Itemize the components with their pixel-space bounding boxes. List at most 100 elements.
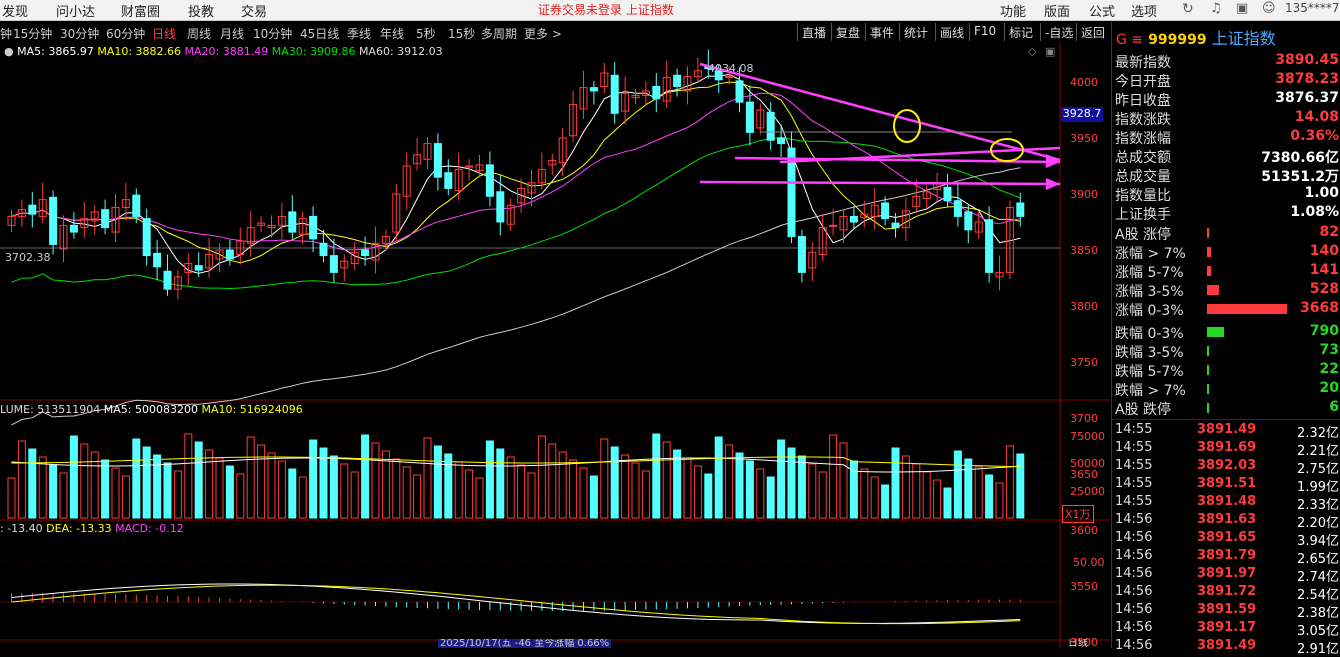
highlight-circle[interactable] (893, 109, 921, 143)
menu-function[interactable]: 功能 (1000, 1, 1026, 20)
cart-icon[interactable]: ▣ (1236, 1, 1248, 16)
period-tab[interactable]: 周线 (187, 25, 211, 42)
volume-bar (933, 479, 942, 519)
menu-wealth-circle[interactable]: 财富圈 (121, 1, 160, 20)
breadth-row[interactable]: 跌幅 3-5% 73 (1115, 342, 1339, 361)
period-tab[interactable]: 日线 (152, 25, 176, 42)
menu-layout[interactable]: 版面 (1044, 1, 1070, 20)
trend-line[interactable] (699, 62, 1061, 162)
period-tab[interactable]: 钟 (0, 25, 12, 42)
breadth-row[interactable]: 涨幅 5-7% 141 (1115, 262, 1339, 281)
window-icon[interactable]: ▣ (1045, 45, 1055, 58)
period-tab[interactable]: 月线 (220, 25, 244, 42)
toolbar-button[interactable]: 统计 (899, 23, 932, 41)
breadth-bar (1207, 327, 1224, 337)
quote-value: 7380.66亿 (1261, 150, 1339, 166)
volume-bar (652, 433, 661, 519)
candle-down (964, 211, 973, 231)
tick-volume: 2.21亿 (1297, 444, 1339, 459)
period-tab[interactable]: 15分钟 (13, 25, 52, 42)
breadth-value: 6 (1329, 399, 1339, 415)
menu-education[interactable]: 投教 (188, 1, 214, 20)
tick-row: 14:56 3891.59 2.38亿 (1115, 602, 1339, 621)
period-tab[interactable]: 更多 > (524, 25, 562, 42)
breadth-row[interactable]: A股 涨停 82 (1115, 224, 1339, 243)
trend-line[interactable] (699, 180, 1061, 186)
period-tab[interactable]: 15秒 (448, 25, 475, 42)
toolbar-button[interactable]: -自选 (1040, 23, 1077, 41)
volume-bar (350, 471, 359, 519)
menu-discover[interactable]: 发现 (2, 1, 28, 20)
user-icon[interactable]: ☺ (1262, 1, 1276, 16)
toolbar-button[interactable]: 标记 (1004, 23, 1037, 41)
tick-volume: 2.74亿 (1297, 570, 1339, 585)
chart-area[interactable]: ● MA5: 3865.97 MA10: 3882.66 MA20: 3881.… (0, 42, 1110, 649)
breadth-row[interactable]: 涨幅 > 7% 140 (1115, 243, 1339, 262)
login-notice[interactable]: 证券交易未登录 上证指数 (538, 1, 674, 18)
bell-icon[interactable]: ♫ (1210, 1, 1222, 16)
macd-legend: : -13.40 DEA: -13.33 MACD: -0.12 (0, 522, 184, 535)
menu-wenxiaoda[interactable]: 问小达 (56, 1, 95, 20)
breadth-row[interactable]: 涨幅 3-5% 528 (1115, 281, 1339, 300)
candle-down (1016, 202, 1025, 217)
candle-down (194, 265, 203, 271)
candle-down (610, 74, 619, 114)
tick-time: 14:56 (1115, 548, 1153, 563)
toolbar-button[interactable]: 直播 (797, 23, 830, 41)
volume-bar (714, 436, 723, 519)
breadth-row[interactable]: 跌幅 > 7% 20 (1115, 380, 1339, 399)
tick-price: 3891.72 (1197, 584, 1257, 599)
breadth-value: 140 (1309, 243, 1339, 259)
tick-time: 14:56 (1115, 584, 1153, 599)
menu-formula[interactable]: 公式 (1089, 1, 1115, 20)
volume-bar (121, 475, 130, 519)
period-tab[interactable]: 多周期 (481, 25, 517, 42)
toolbar-button[interactable]: 画线 (935, 23, 968, 41)
quote-row: 昨日收盘 3876.37 (1115, 90, 1339, 109)
menu-options[interactable]: 选项 (1131, 1, 1157, 20)
refresh-icon[interactable]: ↻ (1182, 1, 1194, 17)
breadth-row[interactable]: 跌幅 0-3% 790 (1115, 323, 1339, 342)
quote-row: 指数涨幅 0.36% (1115, 128, 1339, 147)
tick-volume: 2.38亿 (1297, 606, 1339, 621)
toolbar-button[interactable]: 复盘 (831, 23, 864, 41)
ma5-line (11, 73, 1021, 274)
volume-bar (673, 449, 682, 519)
menu-trade[interactable]: 交易 (241, 1, 267, 20)
candle-down (985, 219, 994, 273)
breadth-row[interactable]: A股 跌停 6 (1115, 399, 1339, 418)
volume-bar (953, 450, 962, 519)
tick-time: 14:55 (1115, 458, 1153, 473)
tick-time: 14:55 (1115, 494, 1153, 509)
toolbar-button[interactable]: 事件 (865, 23, 898, 41)
volume-bar (225, 465, 234, 519)
period-tab[interactable]: 60分钟 (106, 25, 145, 42)
tick-time: 14:55 (1115, 440, 1153, 455)
period-tab[interactable]: 30分钟 (60, 25, 99, 42)
period-tab[interactable]: 季线 (347, 25, 371, 42)
tick-row: 14:56 3891.49 2.91亿 (1115, 638, 1339, 657)
volume-bar (1005, 445, 1014, 519)
candle-down (735, 80, 744, 103)
breadth-row[interactable]: 跌幅 5-7% 22 (1115, 361, 1339, 380)
candle-down (132, 194, 141, 217)
candle-down (777, 137, 786, 145)
breadth-value: 3668 (1300, 300, 1339, 316)
date-crosshair-label: 2025/10/17(五 -46 至今涨幅 0.66% (438, 639, 612, 648)
volume-bar (69, 435, 78, 519)
breadth-row[interactable]: 涨幅 0-3% 3668 (1115, 300, 1339, 319)
toolbar-button[interactable]: 返回 (1076, 23, 1109, 41)
diamond-icon[interactable]: ◇ (1028, 45, 1036, 58)
period-tab[interactable]: 5秒 (416, 25, 436, 42)
quote-row: 指数量比 1.00 (1115, 185, 1339, 204)
volume-bar (870, 476, 879, 519)
period-tab[interactable]: 10分钟 (253, 25, 292, 42)
kline-chart[interactable] (0, 42, 1110, 648)
period-tab[interactable]: 45日线 (300, 25, 339, 42)
account-name[interactable]: 135****72 (1285, 1, 1340, 15)
quote-value: 3878.23 (1275, 71, 1339, 87)
period-tab[interactable]: 年线 (380, 25, 404, 42)
volume-bar (745, 460, 754, 519)
toolbar-button[interactable]: F10 (969, 23, 1000, 41)
breadth-bar (1207, 365, 1209, 375)
